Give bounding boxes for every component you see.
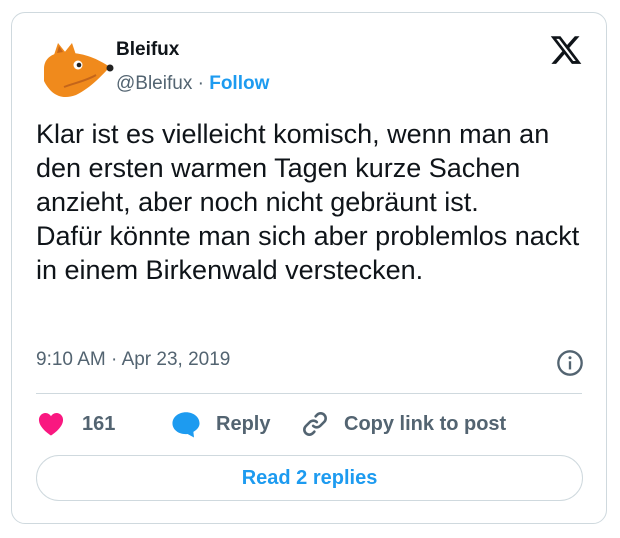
reply-button[interactable]: Reply: [170, 409, 270, 439]
tweet-text: Klar ist es vielleicht komisch, wenn man…: [36, 117, 591, 287]
x-logo-icon[interactable]: [549, 33, 583, 67]
speech-bubble-icon: [172, 412, 200, 438]
tweet-paragraph: Klar ist es vielleicht komisch, wenn man…: [36, 119, 550, 217]
avatar[interactable]: [36, 41, 116, 103]
author-name[interactable]: Bleifux: [116, 39, 179, 61]
copy-link-button[interactable]: Copy link to post: [300, 409, 506, 439]
author-handle-row: @Bleifux · Follow: [116, 73, 269, 95]
tweet-time: 9:10 AM: [36, 349, 106, 370]
link-icon: [303, 412, 327, 436]
copy-link-label: Copy link to post: [344, 412, 507, 435]
heart-icon: [38, 413, 64, 436]
follow-button[interactable]: Follow: [209, 73, 269, 94]
divider: [36, 393, 582, 394]
handle-separator: ·: [192, 73, 210, 94]
reply-label: Reply: [216, 412, 271, 435]
author-handle[interactable]: @Bleifux: [116, 73, 192, 94]
tweet-timestamp[interactable]: 9:10 AM · Apr 23, 2019: [36, 349, 230, 371]
action-bar: 161 Reply Copy link to post: [36, 409, 596, 439]
fox-avatar-icon: [44, 43, 114, 98]
info-icon[interactable]: [556, 349, 584, 377]
tweet-paragraph: Dafür könnte man sich aber problemlos na…: [36, 221, 580, 285]
like-count: 161: [82, 412, 116, 435]
tweet-date: Apr 23, 2019: [121, 349, 231, 370]
tweet-card: Bleifux @Bleifux · Follow Klar ist es vi…: [11, 12, 607, 524]
date-separator: ·: [105, 349, 122, 370]
like-button[interactable]: 161: [36, 409, 115, 439]
read-replies-button[interactable]: Read 2 replies: [36, 455, 583, 501]
